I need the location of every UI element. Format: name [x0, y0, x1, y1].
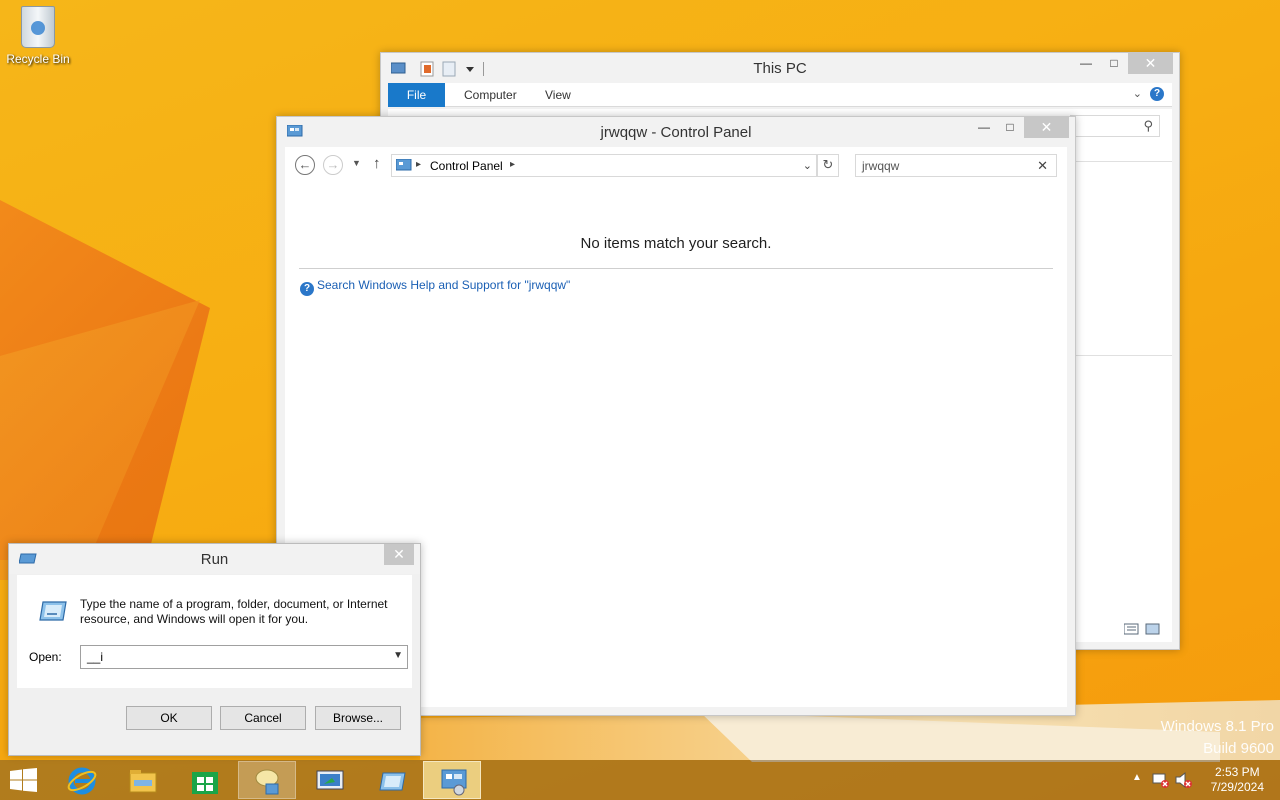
run-icon: [379, 772, 406, 791]
browse-button[interactable]: Browse...: [315, 706, 401, 730]
open-label: Open:: [29, 650, 62, 664]
show-hidden-icons-chevron-icon[interactable]: ▲: [1132, 772, 1142, 783]
help-icon: ?: [300, 282, 314, 296]
remote-desktop-icon: [316, 770, 344, 790]
recent-locations-chevron-icon[interactable]: ▼: [352, 158, 361, 168]
this-pc-search-input[interactable]: ⚲: [1070, 115, 1160, 137]
open-value: __i: [87, 650, 104, 664]
tab-file[interactable]: File: [388, 83, 445, 107]
control-panel-icon: [441, 769, 467, 796]
taskbar-control-panel[interactable]: [423, 761, 481, 799]
recycle-bin-desktop-icon[interactable]: Recycle Bin: [4, 6, 72, 66]
search-input[interactable]: jrwqqw ✕: [855, 154, 1057, 177]
system-tray: ▲ 2:53 PM 7/29/2024: [1120, 760, 1280, 800]
minimize-button[interactable]: —: [971, 117, 997, 138]
tab-view[interactable]: View: [531, 83, 585, 107]
breadcrumb-chevron-icon[interactable]: ▸: [510, 159, 515, 170]
run-icon: [39, 601, 67, 621]
taskbar-internet-explorer[interactable]: [52, 761, 110, 799]
maximize-button[interactable]: □: [997, 117, 1023, 138]
watermark-build: Build 9600: [1203, 740, 1274, 757]
recycle-bin-icon: [21, 6, 55, 48]
file-explorer-icon: [129, 770, 157, 793]
up-arrow-icon[interactable]: ↑: [373, 155, 381, 172]
run-content: Type the name of a program, folder, docu…: [17, 575, 412, 688]
clock-date: 7/29/2024: [1210, 780, 1264, 794]
clear-search-icon[interactable]: ✕: [1037, 158, 1048, 174]
volume-muted-icon[interactable]: [1175, 771, 1193, 789]
search-icon: ⚲: [1143, 118, 1153, 133]
ribbon-tabs: File Computer View ⌄ ?: [388, 83, 1172, 107]
search-help-link-text: Search Windows Help and Support for "jrw…: [317, 278, 571, 292]
help-support-icon: [255, 769, 279, 795]
search-help-link[interactable]: ? Search Windows Help and Support for "jr…: [300, 278, 570, 296]
run-titlebar[interactable]: Run ✕: [9, 544, 420, 574]
close-button[interactable]: ✕: [1024, 117, 1069, 138]
navigation-bar: ← → ▼ ↑ ▸ Control Panel ▸ ⌄ ↻ jrwqqw ✕: [285, 147, 1067, 185]
close-button[interactable]: ✕: [1128, 53, 1173, 74]
this-pc-title: This PC: [753, 60, 807, 77]
control-panel-titlebar[interactable]: jrwqqw - Control Panel — □ ✕: [277, 117, 1075, 147]
close-button[interactable]: ✕: [384, 544, 414, 565]
back-arrow-icon[interactable]: ←: [295, 155, 315, 175]
tab-computer[interactable]: Computer: [450, 83, 531, 107]
address-bar[interactable]: ▸ Control Panel ▸ ⌄: [391, 154, 817, 177]
open-combobox[interactable]: __i ▼: [80, 645, 408, 669]
taskbar-store[interactable]: [175, 761, 233, 799]
taskbar-clock[interactable]: 2:53 PM 7/29/2024: [1211, 765, 1264, 795]
breadcrumb-chevron-icon[interactable]: ▸: [416, 159, 421, 170]
address-dropdown-icon[interactable]: ⌄: [803, 159, 812, 172]
taskbar-file-explorer[interactable]: [113, 761, 171, 799]
control-panel-small-icon: [396, 159, 412, 171]
run-dialog[interactable]: Run ✕ Type the name of a program, folder…: [8, 543, 421, 756]
refresh-icon[interactable]: ↻: [817, 154, 839, 177]
taskbar-remote-desktop[interactable]: [300, 761, 358, 799]
run-message: Type the name of a program, folder, docu…: [80, 597, 388, 626]
run-title: Run: [200, 551, 229, 568]
chevron-down-icon[interactable]: ▼: [393, 650, 403, 661]
forward-arrow-icon[interactable]: →: [323, 155, 343, 175]
no-items-message: No items match your search.: [580, 235, 772, 252]
cancel-button[interactable]: Cancel: [220, 706, 306, 730]
ok-button[interactable]: OK: [126, 706, 212, 730]
taskbar: ▲ 2:53 PM 7/29/2024: [0, 760, 1280, 800]
divider: [1068, 355, 1172, 356]
maximize-button[interactable]: □: [1101, 53, 1127, 74]
clock-time: 2:53 PM: [1214, 765, 1260, 779]
windows-watermark: Windows 8.1 Pro Build 9600: [1161, 716, 1274, 760]
divider: [299, 268, 1053, 269]
view-toggle-icons[interactable]: [1124, 622, 1160, 636]
breadcrumb-control-panel[interactable]: Control Panel: [430, 159, 503, 173]
search-value: jrwqqw: [862, 159, 900, 173]
this-pc-titlebar[interactable]: This PC — □ ✕: [381, 53, 1179, 83]
start-button-windows-icon[interactable]: [10, 768, 38, 792]
divider: [1068, 161, 1172, 162]
chevron-down-icon[interactable]: ⌄: [1133, 87, 1142, 100]
internet-explorer-icon: [67, 767, 97, 795]
taskbar-help-support[interactable]: [238, 761, 296, 799]
taskbar-run[interactable]: [362, 761, 420, 799]
help-icon[interactable]: ?: [1150, 87, 1164, 101]
minimize-button[interactable]: —: [1073, 53, 1099, 74]
control-panel-title: jrwqqw - Control Panel: [600, 124, 752, 141]
store-icon: [192, 772, 218, 794]
watermark-edition: Windows 8.1 Pro: [1160, 718, 1274, 735]
recycle-bin-label: Recycle Bin: [6, 52, 70, 66]
network-icon[interactable]: [1152, 771, 1170, 789]
